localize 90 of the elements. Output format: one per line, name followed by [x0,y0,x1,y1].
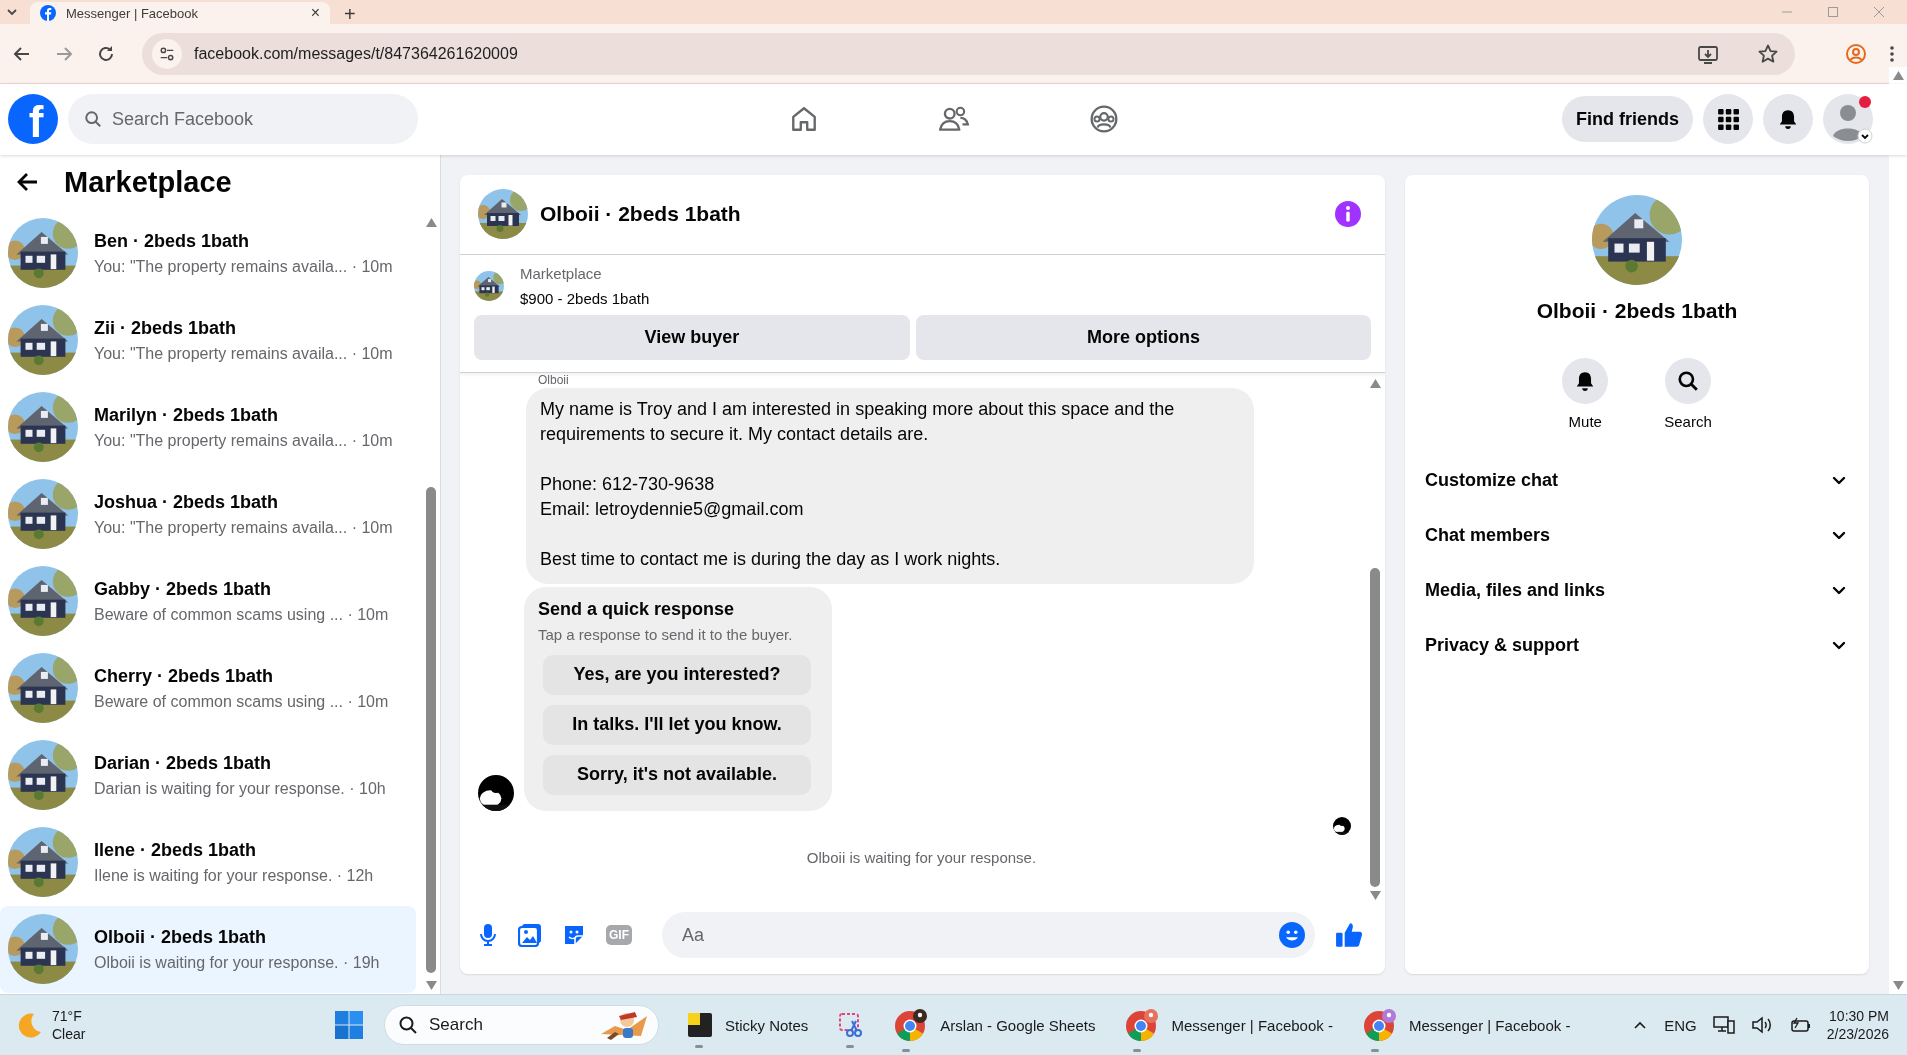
weather-condition: Clear [52,1025,86,1044]
scroll-down-icon[interactable] [425,981,437,991]
thumbs-up-icon[interactable] [1335,921,1363,950]
temperature: 71°F [52,1007,83,1026]
contact-name: Gabby · 2beds 1bath [94,578,273,600]
quick-response-button[interactable]: In talks. I'll let you know. [543,704,811,745]
taskbar-app[interactable]: Messenger | Facebook - [1117,1002,1341,1049]
listing-source: Marketplace [520,264,603,282]
quick-response-button[interactable]: Yes, are you interested? [543,654,811,695]
info-icon[interactable] [1335,201,1361,228]
emoji-icon[interactable] [1279,922,1305,949]
scroll-down-icon[interactable] [1892,981,1904,991]
volume-icon[interactable] [1750,1015,1773,1036]
message-preview: Olboii is waiting for your response. · 19h [94,953,380,972]
language-indicator[interactable]: ENG [1664,1016,1697,1034]
sticky-notes-icon[interactable] [687,1012,713,1039]
listing-summary: $900 - 2beds 1bath [520,289,650,307]
search-icon [84,110,102,129]
windows-icon[interactable] [334,1010,364,1041]
quick-response-title: Send a quick response [538,598,736,620]
scrollbar-thumb[interactable] [1370,567,1380,888]
contact-name: Joshua · 2beds 1bath [94,491,280,513]
chat-title: Olboii · 2beds 1bath [540,202,742,227]
message-bubble: My name is Troy and I am interested in speaking more about this space and the requirements to secure it. My contact details are. Phone: 612-730-9638 Email: letroydennie5@gmail.com Best time to contact me is during the day as I work nights. [526,387,1254,584]
conversation-item[interactable]: Olboii · 2beds 1bath Olboii is waiting for your response. · 19h [0,905,416,993]
scroll-up-icon[interactable] [1369,378,1381,388]
contact-name: Olboii · 2beds 1bath [94,926,268,948]
message-preview: You: "The property remains availa... · 10m [94,518,393,537]
clock[interactable]: 10:30 PM 2/23/2026 [1826,1007,1889,1044]
chrome-icon[interactable] [894,1008,929,1043]
new-tab-button[interactable]: + [340,4,360,24]
contact-name: Zii · 2beds 1bath [94,317,238,339]
mute-button[interactable]: Mute [1556,356,1615,431]
find-friends-button[interactable]: Find friends [1562,96,1693,143]
section-row[interactable]: Chat members [1425,507,1849,563]
close-tab-button[interactable]: × [310,5,320,21]
grid-icon [1717,108,1739,131]
more-icon[interactable] [1889,43,1895,64]
contact-name: Ilene · 2beds 1bath [94,839,258,861]
profile-avatar-icon[interactable] [1823,94,1873,145]
message-preview: You: "The property remains availa... · 10m [94,431,393,450]
quick-response-hint: Tap a response to send it to the buyer. [538,625,794,643]
message-preview: Darian is waiting for your response. · 10h [94,779,386,798]
contact-name: Darian · 2beds 1bath [94,752,273,774]
section-row[interactable]: Media, files and links [1425,562,1849,618]
scissors-icon[interactable] [838,1012,865,1039]
contact-name: Marilyn · 2beds 1bath [94,404,280,426]
photo-icon[interactable] [518,923,542,948]
search-icon [1677,369,1699,392]
message-preview: You: "The property remains availa... · 10m [94,344,393,363]
search-icon [398,1015,418,1036]
message-preview: Beware of common scams using ... · 10m [94,605,389,624]
scroll-up-icon[interactable] [425,217,437,227]
message-preview: Ilene is waiting for your response. · 12h [94,866,374,885]
scroll-up-icon[interactable] [1892,70,1904,80]
bell-icon [1777,108,1799,131]
section-row[interactable]: Privacy & support [1425,617,1849,673]
section-row[interactable]: Customize chat [1425,452,1849,508]
contact-name: Olboii · 2beds 1bath [1536,298,1738,323]
browser-tab[interactable]: Messenger | Facebook × [30,2,330,24]
search-button[interactable]: Search [1658,356,1718,431]
url-text: facebook.com/messages/t/847364261620009 [194,44,519,63]
search-field[interactable]: Search Facebook [68,94,418,145]
message-field[interactable]: Aa [662,912,1315,959]
quick-response-button[interactable]: Sorry, it's not available. [543,754,811,795]
facebook-icon [40,5,56,21]
facebook-logo[interactable]: f [8,94,58,145]
message-preview: You: "The property remains availa... · 10m [94,257,393,276]
message-preview: Beware of common scams using ... · 10m [94,692,389,711]
scroll-down-icon[interactable] [1369,891,1381,901]
more-options-button[interactable]: More options [915,314,1371,360]
status-text: Olboii is waiting for your response. [805,848,1038,866]
taskbar-app[interactable]: Arslan - Google Sheets [886,1002,1104,1049]
microphone-icon[interactable] [478,923,498,948]
page-title: Marketplace [64,165,232,199]
contact-name: Ben · 2beds 1bath [94,230,251,252]
taskbar-app[interactable]: Sticky Notes [679,1006,817,1045]
sender-name: Olboii [538,372,570,387]
dropdown-icon[interactable] [6,6,18,18]
notifications-button[interactable] [1763,94,1813,145]
network-icon[interactable] [1712,1015,1735,1036]
star-icon[interactable] [1757,42,1779,65]
contact-name: Cherry · 2beds 1bath [94,665,275,687]
view-buyer-button[interactable]: View buyer [474,314,910,360]
menu-button[interactable] [1703,94,1753,145]
address-bar[interactable]: facebook.com/messages/t/847364261620009 [142,32,1795,75]
groups-icon [1088,104,1119,135]
profile-icon[interactable] [1845,42,1867,65]
taskbar-app[interactable]: Messenger | Facebook - [1354,1002,1579,1049]
scrollbar-thumb[interactable] [426,486,436,974]
